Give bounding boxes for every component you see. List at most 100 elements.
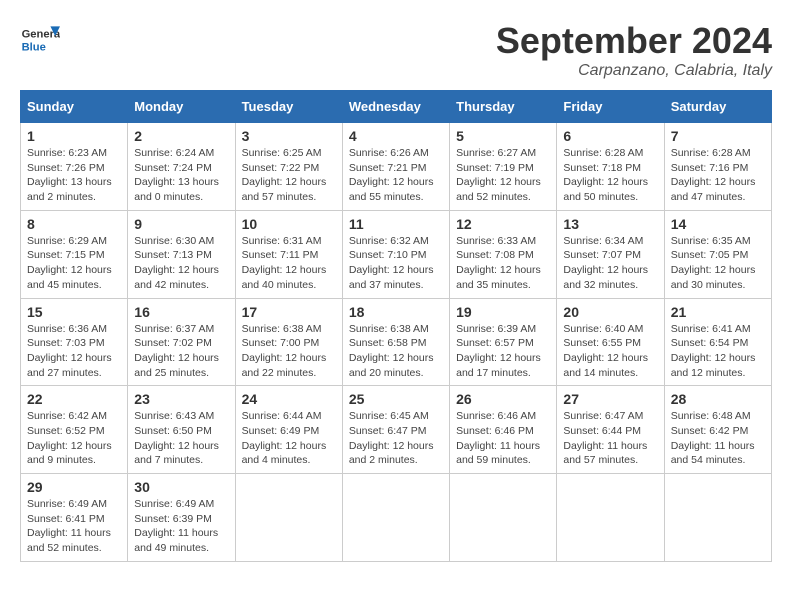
day-info: Sunrise: 6:35 AM Sunset: 7:05 PM Dayligh… (671, 234, 765, 293)
calendar-cell: 30 Sunrise: 6:49 AM Sunset: 6:39 PM Dayli… (128, 474, 235, 562)
calendar-cell: 13 Sunrise: 6:34 AM Sunset: 7:07 PM Dayli… (557, 210, 664, 298)
calendar-header-row: Sunday Monday Tuesday Wednesday Thursday… (21, 91, 772, 123)
calendar-cell: 27 Sunrise: 6:47 AM Sunset: 6:44 PM Dayli… (557, 386, 664, 474)
location-subtitle: Carpanzano, Calabria, Italy (496, 62, 772, 80)
calendar-cell: 12 Sunrise: 6:33 AM Sunset: 7:08 PM Dayli… (450, 210, 557, 298)
day-number: 20 (563, 304, 657, 320)
col-sunday: Sunday (21, 91, 128, 123)
calendar-cell: 26 Sunrise: 6:46 AM Sunset: 6:46 PM Dayli… (450, 386, 557, 474)
col-saturday: Saturday (664, 91, 771, 123)
calendar-cell (342, 474, 449, 562)
day-info: Sunrise: 6:39 AM Sunset: 6:57 PM Dayligh… (456, 322, 550, 381)
calendar-cell: 16 Sunrise: 6:37 AM Sunset: 7:02 PM Dayli… (128, 298, 235, 386)
col-thursday: Thursday (450, 91, 557, 123)
calendar-cell: 4Sunrise: 6:26 AM Sunset: 7:21 PM Daylig… (342, 123, 449, 211)
day-info: Sunrise: 6:45 AM Sunset: 6:47 PM Dayligh… (349, 409, 443, 468)
day-info: Sunrise: 6:24 AM Sunset: 7:24 PM Dayligh… (134, 146, 228, 205)
day-info: Sunrise: 6:36 AM Sunset: 7:03 PM Dayligh… (27, 322, 121, 381)
day-number: 17 (242, 304, 336, 320)
day-number: 12 (456, 216, 550, 232)
calendar-cell: 10Sunrise: 6:31 AM Sunset: 7:11 PM Dayli… (235, 210, 342, 298)
day-number: 22 (27, 391, 121, 407)
day-number: 27 (563, 391, 657, 407)
page-header: General Blue September 2024 Carpanzano, … (20, 20, 772, 80)
calendar-week-row: 1Sunrise: 6:23 AM Sunset: 7:26 PM Daylig… (21, 123, 772, 211)
calendar-cell: 17 Sunrise: 6:38 AM Sunset: 7:00 PM Dayli… (235, 298, 342, 386)
day-number: 16 (134, 304, 228, 320)
day-info: Sunrise: 6:26 AM Sunset: 7:21 PM Dayligh… (349, 146, 443, 205)
day-info: Sunrise: 6:41 AM Sunset: 6:54 PM Dayligh… (671, 322, 765, 381)
day-info: Sunrise: 6:37 AM Sunset: 7:02 PM Dayligh… (134, 322, 228, 381)
day-number: 6 (563, 128, 657, 144)
day-info: Sunrise: 6:49 AM Sunset: 6:41 PM Dayligh… (27, 497, 121, 556)
day-info: Sunrise: 6:28 AM Sunset: 7:18 PM Dayligh… (563, 146, 657, 205)
day-info: Sunrise: 6:49 AM Sunset: 6:39 PM Dayligh… (134, 497, 228, 556)
day-info: Sunrise: 6:46 AM Sunset: 6:46 PM Dayligh… (456, 409, 550, 468)
day-info: Sunrise: 6:25 AM Sunset: 7:22 PM Dayligh… (242, 146, 336, 205)
month-title: September 2024 (496, 20, 772, 62)
calendar-cell: 25 Sunrise: 6:45 AM Sunset: 6:47 PM Dayli… (342, 386, 449, 474)
day-number: 1 (27, 128, 121, 144)
day-info: Sunrise: 6:38 AM Sunset: 6:58 PM Dayligh… (349, 322, 443, 381)
calendar-cell: 7 Sunrise: 6:28 AM Sunset: 7:16 PM Daylig… (664, 123, 771, 211)
day-number: 2 (134, 128, 228, 144)
day-info: Sunrise: 6:47 AM Sunset: 6:44 PM Dayligh… (563, 409, 657, 468)
calendar-cell: 2 Sunrise: 6:24 AM Sunset: 7:24 PM Daylig… (128, 123, 235, 211)
day-number: 11 (349, 216, 443, 232)
calendar-cell: 6 Sunrise: 6:28 AM Sunset: 7:18 PM Daylig… (557, 123, 664, 211)
day-info: Sunrise: 6:27 AM Sunset: 7:19 PM Dayligh… (456, 146, 550, 205)
day-number: 19 (456, 304, 550, 320)
col-monday: Monday (128, 91, 235, 123)
title-block: September 2024 Carpanzano, Calabria, Ita… (496, 20, 772, 80)
calendar-week-row: 15Sunrise: 6:36 AM Sunset: 7:03 PM Dayli… (21, 298, 772, 386)
col-wednesday: Wednesday (342, 91, 449, 123)
calendar-cell: 23 Sunrise: 6:43 AM Sunset: 6:50 PM Dayli… (128, 386, 235, 474)
calendar-cell: 18 Sunrise: 6:38 AM Sunset: 6:58 PM Dayli… (342, 298, 449, 386)
calendar-cell (557, 474, 664, 562)
day-number: 25 (349, 391, 443, 407)
calendar-cell: 11 Sunrise: 6:32 AM Sunset: 7:10 PM Dayli… (342, 210, 449, 298)
calendar-cell: 9Sunrise: 6:30 AM Sunset: 7:13 PM Daylig… (128, 210, 235, 298)
col-tuesday: Tuesday (235, 91, 342, 123)
day-number: 13 (563, 216, 657, 232)
day-number: 8 (27, 216, 121, 232)
day-number: 28 (671, 391, 765, 407)
day-info: Sunrise: 6:31 AM Sunset: 7:11 PM Dayligh… (242, 234, 336, 293)
calendar-cell: 15Sunrise: 6:36 AM Sunset: 7:03 PM Dayli… (21, 298, 128, 386)
calendar-cell: 22Sunrise: 6:42 AM Sunset: 6:52 PM Dayli… (21, 386, 128, 474)
calendar-week-row: 22Sunrise: 6:42 AM Sunset: 6:52 PM Dayli… (21, 386, 772, 474)
calendar-cell (664, 474, 771, 562)
day-number: 3 (242, 128, 336, 144)
day-number: 21 (671, 304, 765, 320)
calendar-cell (450, 474, 557, 562)
calendar-cell: 29 Sunrise: 6:49 AM Sunset: 6:41 PM Dayli… (21, 474, 128, 562)
calendar-cell: 3 Sunrise: 6:25 AM Sunset: 7:22 PM Daylig… (235, 123, 342, 211)
calendar-table: Sunday Monday Tuesday Wednesday Thursday… (20, 90, 772, 562)
day-info: Sunrise: 6:32 AM Sunset: 7:10 PM Dayligh… (349, 234, 443, 293)
calendar-cell (235, 474, 342, 562)
day-number: 14 (671, 216, 765, 232)
day-info: Sunrise: 6:33 AM Sunset: 7:08 PM Dayligh… (456, 234, 550, 293)
day-number: 7 (671, 128, 765, 144)
day-number: 30 (134, 479, 228, 495)
day-info: Sunrise: 6:30 AM Sunset: 7:13 PM Dayligh… (134, 234, 228, 293)
calendar-cell: 28Sunrise: 6:48 AM Sunset: 6:42 PM Dayli… (664, 386, 771, 474)
day-number: 23 (134, 391, 228, 407)
calendar-cell: 24Sunrise: 6:44 AM Sunset: 6:49 PM Dayli… (235, 386, 342, 474)
day-info: Sunrise: 6:28 AM Sunset: 7:16 PM Dayligh… (671, 146, 765, 205)
svg-text:Blue: Blue (22, 41, 46, 53)
calendar-cell: 5Sunrise: 6:27 AM Sunset: 7:19 PM Daylig… (450, 123, 557, 211)
calendar-cell: 19 Sunrise: 6:39 AM Sunset: 6:57 PM Dayli… (450, 298, 557, 386)
calendar-cell: 1Sunrise: 6:23 AM Sunset: 7:26 PM Daylig… (21, 123, 128, 211)
calendar-cell: 21 Sunrise: 6:41 AM Sunset: 6:54 PM Dayli… (664, 298, 771, 386)
day-info: Sunrise: 6:43 AM Sunset: 6:50 PM Dayligh… (134, 409, 228, 468)
day-info: Sunrise: 6:34 AM Sunset: 7:07 PM Dayligh… (563, 234, 657, 293)
day-number: 29 (27, 479, 121, 495)
day-info: Sunrise: 6:38 AM Sunset: 7:00 PM Dayligh… (242, 322, 336, 381)
day-info: Sunrise: 6:44 AM Sunset: 6:49 PM Dayligh… (242, 409, 336, 468)
general-blue-logo-icon: General Blue (20, 20, 60, 60)
day-number: 18 (349, 304, 443, 320)
col-friday: Friday (557, 91, 664, 123)
day-number: 26 (456, 391, 550, 407)
calendar-cell: 20Sunrise: 6:40 AM Sunset: 6:55 PM Dayli… (557, 298, 664, 386)
